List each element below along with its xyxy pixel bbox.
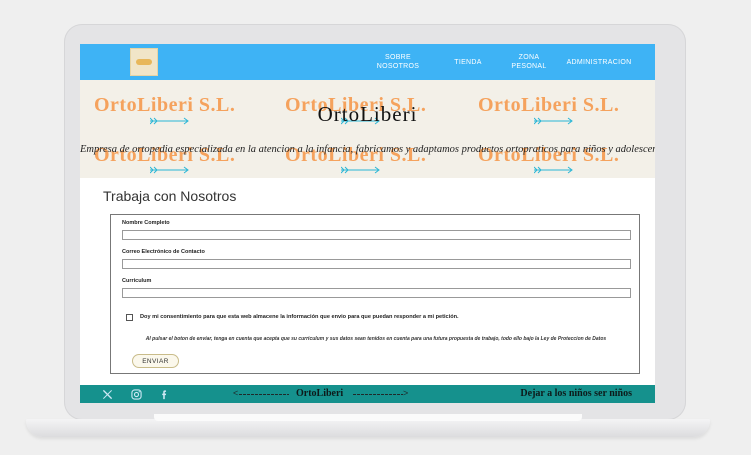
- navbar: SOBRE NOSOTROS TIENDA ZONA PESONAL ADMIN…: [80, 44, 655, 80]
- x-icon[interactable]: [101, 388, 113, 400]
- watermark-arrow-icon: [534, 166, 573, 174]
- laptop-notch: [154, 414, 582, 421]
- curriculum-label: Curriculum: [122, 278, 152, 284]
- left-chevron-icon: <: [233, 388, 239, 398]
- send-button[interactable]: ENVIAR: [132, 354, 179, 368]
- nav-item-label: ADMINISTRACION: [566, 59, 632, 66]
- footer: < OrtoLiberi > Dejar a los niños ser niñ…: [80, 385, 655, 403]
- nav-item-label: TIENDA: [454, 59, 482, 66]
- website-screen: SOBRE NOSOTROS TIENDA ZONA PESONAL ADMIN…: [80, 44, 655, 403]
- footer-brand: OrtoLiberi: [296, 388, 344, 399]
- job-application-form: Nombre Completo Correo Electrónico de Co…: [110, 214, 640, 374]
- curriculum-input[interactable]: [122, 288, 631, 298]
- hero-title: OrtoLiberi: [317, 102, 418, 126]
- consent-checkbox[interactable]: [126, 314, 133, 321]
- legal-notice: Al pulsar el boton de enviar, tenga en c…: [145, 336, 607, 342]
- footer-divider-left: [239, 394, 289, 395]
- watermark-arrow-icon: [341, 166, 380, 174]
- page-heading: Trabaja con Nosotros: [103, 188, 237, 204]
- right-chevron-icon: >: [403, 388, 409, 398]
- nav-item-tienda[interactable]: TIENDA: [443, 58, 493, 67]
- facebook-icon[interactable]: [158, 388, 170, 400]
- consent-label: Doy mi consentimiento para que esta web …: [140, 314, 459, 320]
- nav-item-label: PESONAL: [511, 63, 547, 70]
- full-name-label: Nombre Completo: [122, 220, 170, 226]
- logo-mark: [136, 59, 152, 65]
- site-logo[interactable]: [130, 48, 158, 76]
- watermark-arrow-icon: [150, 166, 189, 174]
- hero-banner: OrtoLiberi S.L. OrtoLiberi S.L. OrtoLibe…: [80, 80, 655, 178]
- nav-item-sobre-nosotros[interactable]: SOBRE NOSOTROS: [368, 53, 428, 71]
- nav-item-label: ZONA: [518, 54, 540, 61]
- nav-item-label: NOSOTROS: [376, 63, 420, 70]
- full-name-input[interactable]: [122, 230, 631, 240]
- nav-item-administracion[interactable]: ADMINISTRACION: [562, 58, 636, 67]
- instagram-icon[interactable]: [130, 388, 142, 400]
- hero-subtitle: Empresa de ortopedia especializada en la…: [80, 144, 655, 155]
- laptop-base: [26, 419, 710, 437]
- footer-slogan: Dejar a los niños ser niños: [520, 388, 632, 399]
- email-input[interactable]: [122, 259, 631, 269]
- nav-item-zona-personal[interactable]: ZONA PESONAL: [503, 53, 555, 71]
- email-label: Correo Electrónico de Contacto: [122, 249, 205, 255]
- nav-item-label: SOBRE: [384, 54, 411, 61]
- footer-divider-right: [353, 394, 403, 395]
